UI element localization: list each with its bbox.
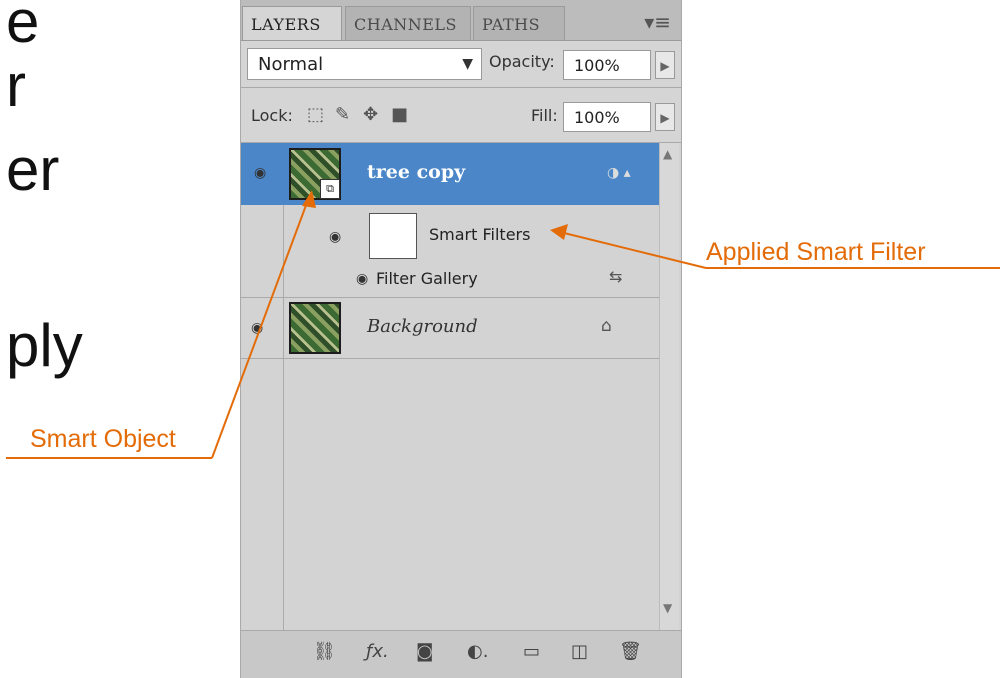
folder-icon[interactable]: ▭ — [523, 641, 540, 662]
eye-icon[interactable]: ◉ — [254, 165, 266, 181]
new-layer-icon[interactable]: ◫ — [571, 641, 588, 662]
lock-row: Lock: ⬚ ✎ ✥ ■ Fill: 100% ▶ — [241, 88, 681, 143]
layer-row-background[interactable]: ◉ Background ⌂ — [241, 297, 659, 359]
smart-filters-group: ◉ Smart Filters ◉ Filter Gallery ⇆ — [241, 205, 659, 297]
eye-icon[interactable]: ◉ — [251, 320, 263, 336]
slide-text-fragment: ply — [6, 312, 83, 379]
fill-slider-arrow-icon[interactable]: ▶ — [655, 103, 675, 131]
blend-mode-value: Normal — [258, 54, 324, 75]
layers-list: ◉ ⧉ tree copy ◑ ▴ ◉ Smart Filters ◉ Filt… — [241, 143, 681, 631]
blend-row: Normal ▼ Opacity: 100% ▶ — [241, 40, 681, 88]
link-layers-icon[interactable]: ⛓ — [313, 641, 336, 662]
adjustment-layer-icon[interactable]: ◐. — [467, 641, 488, 662]
lock-label: Lock: — [251, 106, 293, 125]
lock-transparent-pixels-icon[interactable]: ⬚ — [307, 104, 324, 125]
applied-smart-filter-label: Applied Smart Filter — [706, 238, 926, 266]
smart-filters-label: Smart Filters — [429, 225, 531, 244]
chevron-down-icon: ▼ — [462, 56, 473, 72]
blend-mode-select[interactable]: Normal ▼ — [247, 48, 482, 80]
opacity-slider-arrow-icon[interactable]: ▶ — [655, 51, 675, 79]
eye-icon[interactable]: ◉ — [329, 229, 341, 245]
layer-name: Background — [367, 316, 478, 337]
tab-paths[interactable]: PATHS — [473, 6, 565, 40]
slide-text-fragment: e — [6, 0, 40, 55]
layer-row-tree-copy[interactable]: ◉ ⧉ tree copy ◑ ▴ — [241, 143, 659, 205]
tab-layers[interactable]: LAYERS — [242, 6, 342, 40]
fill-input[interactable]: 100% — [563, 102, 651, 132]
trash-icon[interactable]: 🗑 — [619, 641, 642, 662]
panel-tab-bar: LAYERS CHANNELS PATHS ▾≡ — [241, 0, 681, 41]
layers-bottom-toolbar: ⛓ ƒx. ◙ ◐. ▭ ◫ 🗑 — [241, 630, 681, 678]
smart-object-badge-icon: ⧉ — [320, 179, 340, 199]
panel-menu-icon[interactable]: ▾≡ — [644, 10, 671, 34]
layer-thumbnail — [289, 302, 341, 354]
smart-object-label: Smart Object — [30, 425, 176, 453]
scroll-up-icon[interactable]: ▲ — [663, 147, 672, 161]
lock-all-icon[interactable]: ■ — [391, 104, 408, 125]
eye-icon[interactable]: ◉ — [356, 271, 368, 287]
lock-image-pixels-icon[interactable]: ✎ — [335, 104, 350, 125]
slide-text-fragment: r — [6, 52, 26, 119]
layers-panel: LAYERS CHANNELS PATHS ▾≡ Normal ▼ Opacit… — [240, 0, 682, 678]
lock-position-icon[interactable]: ✥ — [363, 104, 378, 125]
fill-label: Fill: — [531, 106, 558, 125]
filter-gallery-label[interactable]: Filter Gallery — [376, 269, 478, 288]
lock-icon: ⌂ — [601, 316, 612, 336]
layer-thumbnail: ⧉ — [289, 148, 341, 200]
opacity-label: Opacity: — [489, 52, 555, 71]
opacity-input[interactable]: 100% — [563, 50, 651, 80]
slide-text-fragment: er — [6, 136, 60, 203]
filter-blending-options-icon[interactable]: ⇆ — [609, 267, 622, 286]
layers-scrollbar[interactable]: ▲ ▼ — [659, 143, 679, 631]
tab-channels[interactable]: CHANNELS — [345, 6, 471, 40]
filter-mask-thumbnail[interactable] — [369, 213, 417, 259]
add-mask-icon[interactable]: ◙ — [416, 641, 433, 662]
smart-filter-indicator-icon[interactable]: ◑ ▴ — [607, 165, 631, 181]
scroll-down-icon[interactable]: ▼ — [663, 601, 672, 615]
fx-icon[interactable]: ƒx. — [366, 641, 389, 662]
layer-name: tree copy — [367, 161, 466, 183]
